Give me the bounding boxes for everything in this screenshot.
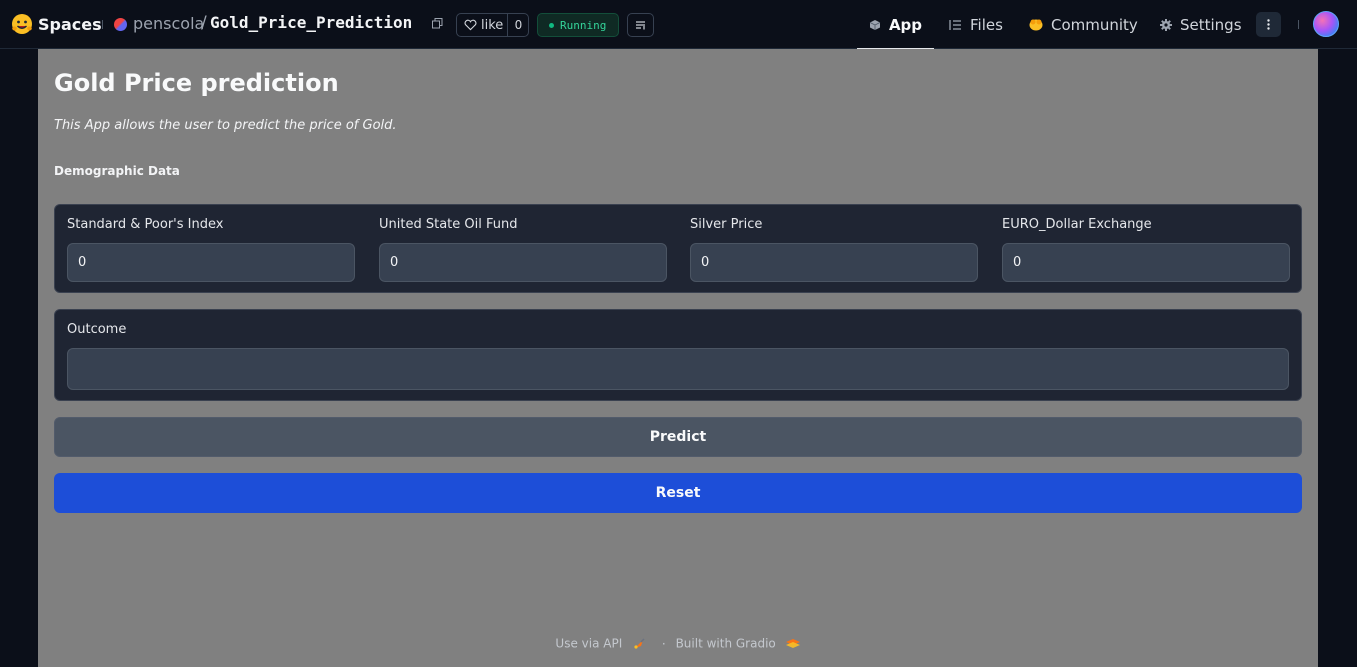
sp-index-field: Standard & Poor's Index xyxy=(67,205,355,294)
use-via-api-link[interactable]: Use via API xyxy=(555,637,622,651)
tab-files-label: Files xyxy=(970,15,1003,34)
sp-index-input[interactable] xyxy=(67,243,355,282)
logs-icon xyxy=(635,21,645,30)
section-label: Demographic Data xyxy=(54,164,180,178)
divider xyxy=(102,20,103,29)
hugging-face-logo-icon xyxy=(12,14,32,34)
euro-dollar-input[interactable] xyxy=(1002,243,1290,282)
user-avatar[interactable] xyxy=(1313,11,1339,37)
community-icon xyxy=(1029,19,1043,31)
outcome-output[interactable] xyxy=(67,348,1289,390)
sp-index-label: Standard & Poor's Index xyxy=(67,217,224,232)
inputs-panel: Standard & Poor's Index United State Oil… xyxy=(54,204,1302,293)
copy-icon[interactable] xyxy=(432,18,443,29)
euro-dollar-field: EURO_Dollar Exchange xyxy=(1002,205,1290,294)
owner-link[interactable]: penscola xyxy=(133,14,204,33)
repo-name-link[interactable]: Gold_Price_Prediction xyxy=(210,13,412,32)
oil-fund-input[interactable] xyxy=(379,243,667,282)
spaces-brand-link[interactable]: Spaces xyxy=(11,13,102,35)
predict-button[interactable]: Predict xyxy=(54,417,1302,457)
rocket-icon xyxy=(634,637,645,649)
reset-button[interactable]: Reset xyxy=(54,473,1302,513)
gear-icon xyxy=(1160,18,1172,31)
outcome-label: Outcome xyxy=(67,322,127,337)
silver-price-input[interactable] xyxy=(690,243,978,282)
logs-button[interactable] xyxy=(627,13,654,37)
built-with-gradio-link[interactable]: Built with Gradio xyxy=(676,637,776,651)
tab-community-label: Community xyxy=(1051,15,1138,34)
status-dot-icon xyxy=(549,22,554,28)
tab-community[interactable]: Community xyxy=(1029,0,1138,49)
page-title: Gold Price prediction xyxy=(54,69,339,97)
like-button[interactable]: like 0 xyxy=(456,13,529,37)
silver-price-label: Silver Price xyxy=(690,217,763,232)
kebab-menu-icon xyxy=(1267,19,1270,30)
outcome-panel: Outcome xyxy=(54,309,1302,401)
spaces-brand-text: Spaces xyxy=(38,14,102,34)
divider xyxy=(1298,20,1299,29)
like-label: like xyxy=(481,17,504,33)
euro-dollar-label: EURO_Dollar Exchange xyxy=(1002,217,1152,232)
tab-app[interactable]: App xyxy=(857,0,934,50)
app-iframe: Gold Price prediction This App allows th… xyxy=(38,49,1318,667)
status-text: Running xyxy=(560,18,607,32)
app-description: This App allows the user to predict the … xyxy=(54,118,397,133)
footer: Use via API · Built with Gradio xyxy=(38,636,1318,651)
tab-settings-label: Settings xyxy=(1180,15,1242,34)
like-count: 0 xyxy=(507,14,529,36)
silver-price-field: Silver Price xyxy=(690,205,978,294)
path-separator: / xyxy=(201,13,207,33)
tab-settings[interactable]: Settings xyxy=(1160,0,1242,49)
tab-app-label: App xyxy=(888,15,923,34)
owner-avatar xyxy=(114,18,127,31)
files-icon xyxy=(949,19,961,30)
status-badge[interactable]: Running xyxy=(537,13,619,37)
gradio-logo-icon xyxy=(785,638,800,648)
cube-icon xyxy=(869,19,881,30)
top-navbar: Spaces penscola / Gold_Price_Prediction … xyxy=(0,0,1357,50)
tab-files[interactable]: Files xyxy=(949,0,1003,49)
footer-separator: · xyxy=(661,636,666,651)
oil-fund-label: United State Oil Fund xyxy=(379,217,518,232)
more-options-button[interactable] xyxy=(1256,12,1281,37)
oil-fund-field: United State Oil Fund xyxy=(379,205,667,294)
heart-icon xyxy=(464,19,477,31)
